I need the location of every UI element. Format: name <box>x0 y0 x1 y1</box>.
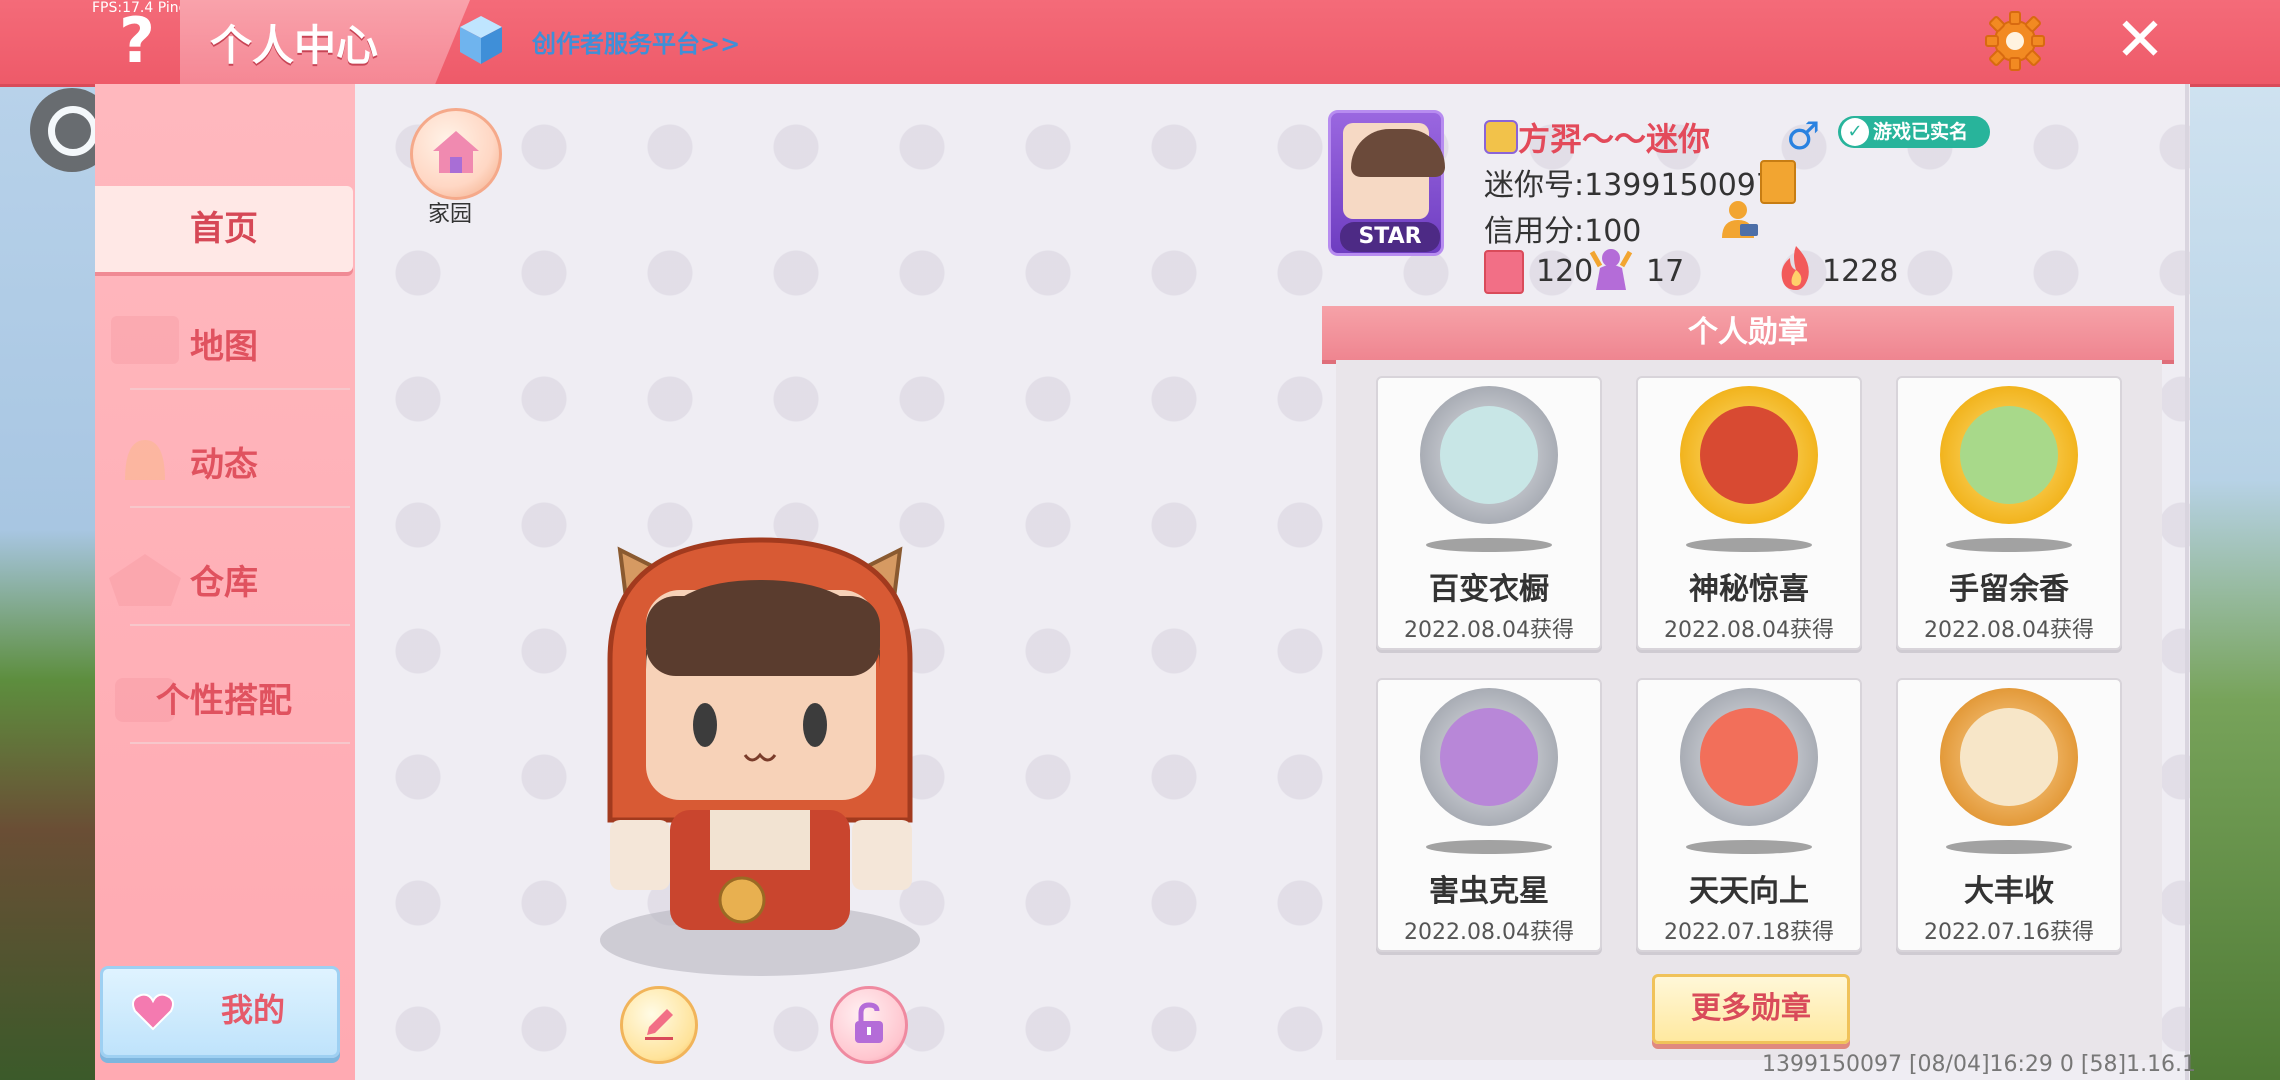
stat-popularity: 1228 <box>1822 254 1899 289</box>
help-icon[interactable]: ? <box>112 8 162 74</box>
divider <box>130 506 350 508</box>
badge-date: 2022.08.04获得 <box>1924 618 2094 643</box>
verified-person-icon: ✓ <box>1841 118 1869 146</box>
stat-fans: 17 <box>1646 254 1685 289</box>
medal-icon <box>1420 386 1558 524</box>
badge-name: 百变衣橱 <box>1429 572 1549 607</box>
badge-card[interactable]: 害虫克星 2022.08.04获得 <box>1376 678 1602 952</box>
sidebar-item-warehouse[interactable]: 仓库 <box>95 540 353 626</box>
divider <box>130 742 350 744</box>
bookmark-plus-icon <box>1484 250 1524 294</box>
unlock-icon <box>855 1002 883 1043</box>
edit-button[interactable] <box>620 986 698 1064</box>
homeland-button[interactable] <box>410 108 502 200</box>
male-gender-icon: ♂ <box>1786 114 1821 158</box>
close-icon[interactable]: ✕ <box>2110 10 2170 70</box>
creator-platform-link[interactable]: 创作者服务平台>> <box>532 24 740 59</box>
heart-icon <box>132 993 174 1031</box>
more-badges-button[interactable]: 更多勋章 <box>1652 974 1850 1044</box>
badge-card[interactable]: 神秘惊喜 2022.08.04获得 <box>1636 376 1862 650</box>
calendar-check-icon <box>1700 708 1798 806</box>
medal-icon <box>1680 688 1818 826</box>
sidebar-item-map[interactable]: 地图 <box>95 304 353 390</box>
background-scene-right <box>2180 80 2280 1080</box>
background-scene-left <box>0 80 95 1080</box>
badge-card[interactable]: 天天向上 2022.07.18获得 <box>1636 678 1862 952</box>
avatar-face <box>1343 123 1445 219</box>
badge-name: 手留余香 <box>1949 572 2069 607</box>
stat-bookmarks: 120 <box>1536 254 1594 289</box>
medal-shadow <box>1426 840 1552 854</box>
vip-badge-icon <box>1484 120 1518 154</box>
friend-person-icon[interactable] <box>1718 198 1760 240</box>
copy-id-icon[interactable] <box>1760 160 1796 204</box>
unlock-button[interactable] <box>830 986 908 1064</box>
player-character-image[interactable] <box>590 520 940 980</box>
badge-name: 害虫克星 <box>1429 874 1549 909</box>
sidebar-item-home[interactable]: 首页 <box>95 186 353 272</box>
avatar-hair <box>1351 129 1445 177</box>
star-badge: STAR <box>1340 222 1440 252</box>
footer-build-info: 1399150097 [08/04]16:29 0 [58]1.16.1 <box>1762 1052 2197 1077</box>
sidebar-item-outfit[interactable]: 个性搭配 <box>95 658 353 744</box>
badge-name: 神秘惊喜 <box>1689 572 1809 607</box>
badge-name: 大丰收 <box>1964 874 2054 909</box>
medal-shadow <box>1946 840 2072 854</box>
badge-date: 2022.08.04获得 <box>1404 618 1574 643</box>
mine-label: 我的 <box>221 991 286 1029</box>
divider <box>130 624 350 626</box>
house-icon <box>433 131 479 173</box>
main-edge <box>2185 84 2189 1080</box>
badge-date: 2022.08.04获得 <box>1404 920 1574 945</box>
divider <box>130 388 350 390</box>
badge-name: 天天向上 <box>1689 874 1809 909</box>
badge-card[interactable]: 手留余香 2022.08.04获得 <box>1896 376 2122 650</box>
badge-date: 2022.07.18获得 <box>1664 920 1834 945</box>
cube-icon[interactable] <box>458 14 504 66</box>
medal-icon <box>1680 386 1818 524</box>
badge-date: 2022.07.16获得 <box>1924 920 2094 945</box>
badges-header: 个人勋章 <box>1322 306 2174 364</box>
page-title: 个人中心 <box>210 21 379 70</box>
gift-box-icon <box>1700 406 1798 504</box>
flower-cactus-icon <box>1960 406 2058 504</box>
medal-shadow <box>1946 538 2072 552</box>
medal-shadow <box>1686 538 1812 552</box>
mine-button[interactable]: 我的 <box>100 966 340 1058</box>
homeland-label: 家园 <box>428 202 473 227</box>
sidebar-item-feed[interactable]: 动态 <box>95 422 353 508</box>
realname-label: 游戏已实名 <box>1873 121 1969 143</box>
badge-card[interactable]: 百变衣橱 2022.08.04获得 <box>1376 376 1602 650</box>
medal-icon <box>1420 688 1558 826</box>
credit-score: 信用分:100 <box>1484 214 1642 249</box>
pencil-icon <box>645 1009 673 1040</box>
fans-cheer-icon <box>1589 249 1633 290</box>
badge-card[interactable]: 大丰收 2022.07.16获得 <box>1896 678 2122 952</box>
bug-worm-icon <box>1440 708 1538 806</box>
badge-date: 2022.08.04获得 <box>1664 618 1834 643</box>
medal-icon <box>1940 386 2078 524</box>
flame-icon <box>1781 246 1809 290</box>
wardrobe-bear-icon <box>1440 406 1538 504</box>
harvest-crop-icon <box>1960 708 2058 806</box>
realname-verified-badge: ✓ 游戏已实名 <box>1838 116 1990 148</box>
medal-shadow <box>1686 840 1812 854</box>
medal-shadow <box>1426 538 1552 552</box>
settings-gear-icon[interactable] <box>1984 10 2046 72</box>
player-name: 方羿～～迷你 <box>1518 120 1711 158</box>
medal-icon <box>1940 688 2078 826</box>
